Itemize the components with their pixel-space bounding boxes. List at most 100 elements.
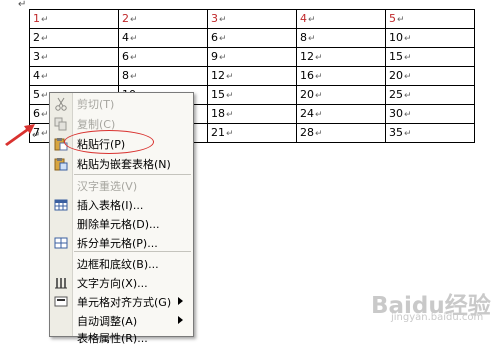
cell-value: 8 — [122, 68, 129, 82]
table-cell[interactable]: 21↵ — [207, 123, 297, 143]
menu-item-label: 插入表格(I)... — [77, 199, 144, 212]
cell-value: 9 — [211, 49, 218, 63]
table-cell[interactable]: 9↵ — [207, 47, 297, 67]
cell-value: 20 — [389, 68, 403, 82]
menu-item-7[interactable]: 删除单元格(D)... — [50, 215, 193, 234]
cell-value: 2 — [122, 11, 129, 25]
table-cell[interactable]: 4↵ — [29, 66, 119, 86]
menu-item-1: 剪切(T) — [50, 95, 193, 114]
table-row: 3↵ 6↵ 9↵ 12↵ 15↵ — [29, 47, 475, 67]
table-cell[interactable]: 30↵ — [385, 104, 475, 124]
submenu-arrow-icon — [178, 297, 183, 305]
table-cell[interactable]: 10↵ — [385, 28, 475, 48]
menu-item-13[interactable]: 表格属性(R)... — [50, 329, 193, 348]
table-row: 4↵ 8↵ 12↵ 16↵ 20↵ — [29, 66, 475, 86]
menu-item-label: 文字方向(X)... — [77, 277, 148, 290]
table-cell[interactable]: 15↵ — [385, 47, 475, 67]
table-cell[interactable]: 20↵ — [385, 66, 475, 86]
cell-value: 3 — [211, 11, 218, 25]
menu-item-label: 自动调整(A) — [77, 315, 138, 328]
table-cell[interactable]: 15↵ — [207, 85, 297, 105]
menu-separator — [74, 174, 191, 175]
highlight-ellipse-annotation — [64, 130, 154, 154]
cell-align-icon — [54, 295, 68, 309]
cell-end-mark: ↵ — [315, 90, 323, 101]
menu-item-label: 拆分单元格(P)... — [77, 237, 158, 250]
table-cell[interactable]: 25↵ — [385, 85, 475, 105]
cell-value: 35 — [389, 125, 403, 139]
table-cell[interactable]: 2↵ — [29, 28, 119, 48]
menu-item-4[interactable]: 粘贴为嵌套表格(N) — [50, 155, 193, 174]
cell-value: 21 — [211, 125, 225, 139]
table-row: 2↵ 4↵ 6↵ 8↵ 10↵ — [29, 28, 475, 48]
watermark-subtext: jingyan.baidu.com — [391, 312, 484, 323]
table-cell[interactable]: 4↵ — [118, 28, 208, 48]
table-cell[interactable]: 12↵ — [207, 66, 297, 86]
cell-value: 5 — [33, 87, 40, 101]
table-cell[interactable]: 24↵ — [296, 104, 386, 124]
table-cell[interactable]: 3↵ — [207, 9, 297, 29]
cell-value: 6 — [122, 49, 129, 63]
table-cell[interactable]: 3↵ — [29, 47, 119, 67]
menu-item-label: 表格属性(R)... — [77, 332, 148, 345]
cell-end-mark: ↵ — [226, 128, 234, 139]
cell-value: 16 — [300, 68, 314, 82]
menu-item-6[interactable]: 插入表格(I)... — [50, 196, 193, 215]
menu-item-label: 删除单元格(D)... — [77, 218, 160, 231]
table-cell[interactable]: 8↵ — [118, 66, 208, 86]
cell-end-mark: ↵ — [404, 71, 412, 82]
table-cell[interactable]: 8↵ — [296, 28, 386, 48]
cell-end-mark: ↵ — [41, 71, 49, 82]
cell-value: 4 — [300, 11, 307, 25]
cell-end-mark: ↵ — [130, 71, 138, 82]
cell-value: 5 — [389, 11, 396, 25]
menu-item-label: 剪切(T) — [77, 98, 115, 111]
cell-end-mark: ↵ — [41, 90, 49, 101]
menu-item-9[interactable]: 边框和底纹(B)... — [50, 255, 193, 274]
cell-value: 6 — [211, 30, 218, 44]
cell-value: 8 — [300, 30, 307, 44]
menu-item-11[interactable]: 单元格对齐方式(G) — [50, 293, 193, 312]
text-direction-icon — [54, 276, 68, 290]
table-cell[interactable]: 28↵ — [296, 123, 386, 143]
cell-end-mark: ↵ — [130, 14, 138, 25]
paste-nested-icon — [54, 157, 68, 171]
context-menu: 剪切(T) 复制(C) 粘贴行(P) 粘贴为嵌套表格(N) 汉字重选(V) 插入表格(I)… — [49, 92, 194, 345]
scissors-icon — [54, 97, 68, 111]
cell-end-mark: ↵ — [226, 109, 234, 120]
cell-end-mark: ↵ — [219, 52, 227, 63]
table-cell[interactable]: 35↵ — [385, 123, 475, 143]
cell-end-mark: ↵ — [41, 33, 49, 44]
cell-value: 18 — [211, 106, 225, 120]
cell-value: 30 — [389, 106, 403, 120]
cell-value: 12 — [300, 49, 314, 63]
menu-item-label: 单元格对齐方式(G) — [77, 296, 172, 309]
cell-end-mark: ↵ — [226, 90, 234, 101]
cell-end-mark: ↵ — [397, 14, 405, 25]
table-cell[interactable]: 1↵ — [29, 9, 119, 29]
cell-value: 15 — [211, 87, 225, 101]
table-cell[interactable]: 6↵ — [207, 28, 297, 48]
table-cell[interactable]: 2↵ — [118, 9, 208, 29]
cell-end-mark: ↵ — [404, 52, 412, 63]
menu-item-label: 边框和底纹(B)... — [77, 258, 159, 271]
menu-item-10[interactable]: 文字方向(X)... — [50, 274, 193, 293]
insert-table-icon — [54, 198, 68, 212]
red-arrow-annotation — [5, 124, 35, 146]
cell-end-mark: ↵ — [315, 52, 323, 63]
table-cell[interactable]: 12↵ — [296, 47, 386, 67]
cell-end-mark: ↵ — [404, 33, 412, 44]
menu-item-label: 汉字重选(V) — [77, 180, 138, 193]
table-cell[interactable]: 20↵ — [296, 85, 386, 105]
table-cell[interactable]: 5↵ — [385, 9, 475, 29]
table-cell[interactable]: 6↵ — [118, 47, 208, 67]
cell-value: 4 — [33, 68, 40, 82]
table-cell[interactable]: 4↵ — [296, 9, 386, 29]
cell-end-mark: ↵ — [219, 33, 227, 44]
table-cell[interactable]: 16↵ — [296, 66, 386, 86]
cell-end-mark: ↵ — [308, 14, 316, 25]
menu-separator — [74, 251, 191, 252]
table-cell[interactable]: 18↵ — [207, 104, 297, 124]
document-page: ↵ 1↵ 2↵ 3↵ 4↵ 5↵ 2↵ 4↵ 6↵ 8↵ 10↵ 3↵ 6↵ 9↵ 12↵ 15↵ 4↵ 8↵ 1… — [0, 0, 500, 345]
cell-value: 2 — [33, 30, 40, 44]
